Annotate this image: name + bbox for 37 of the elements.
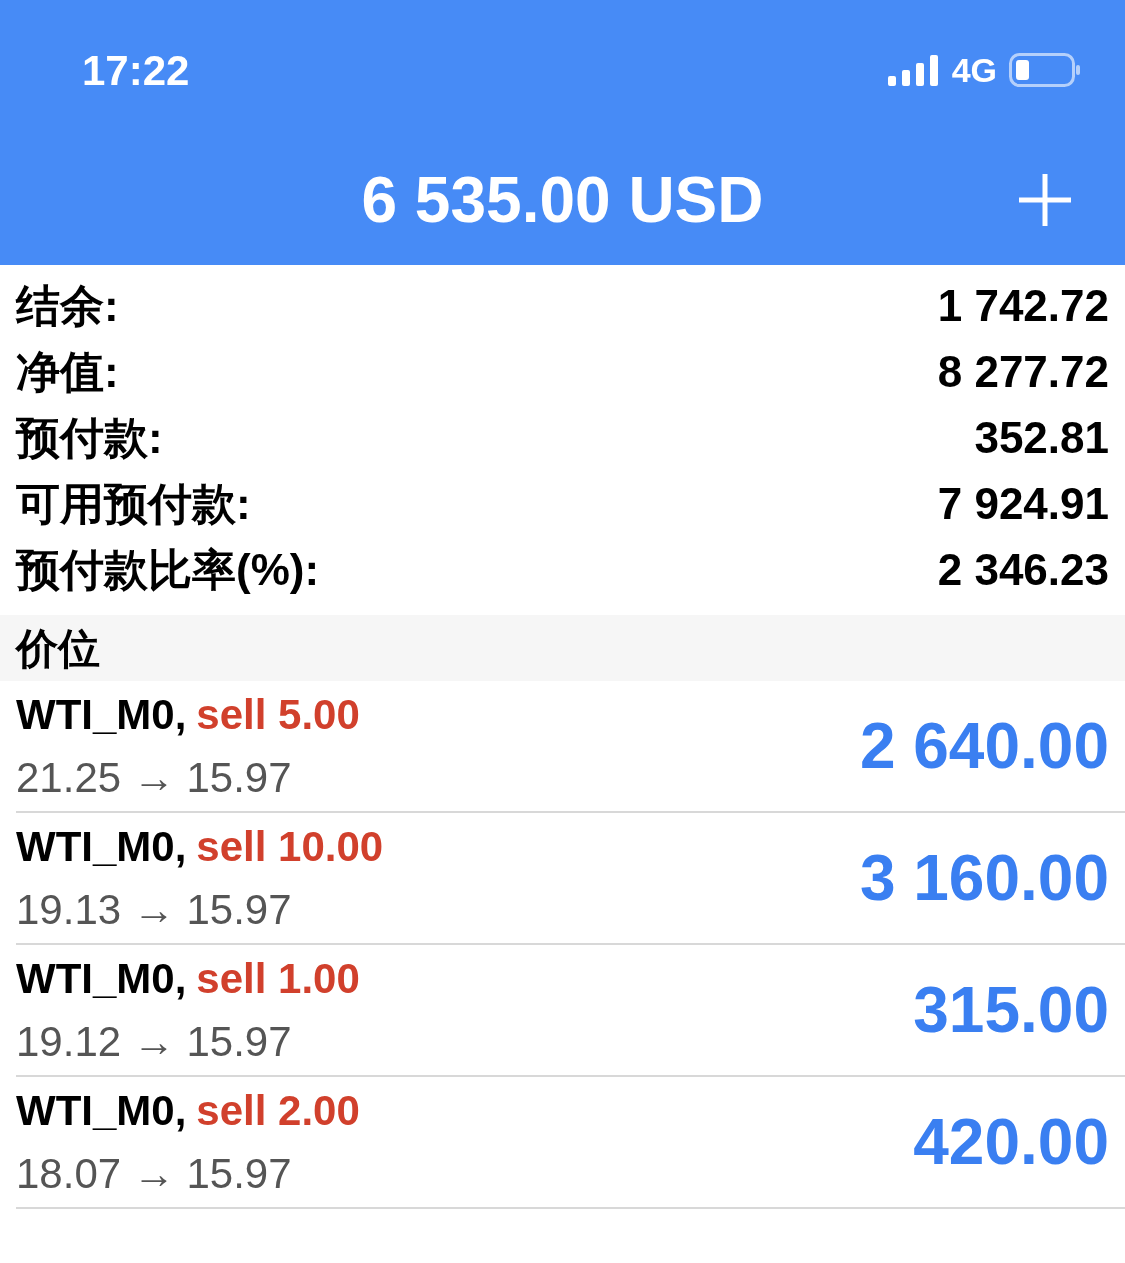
summary-label: 可用预付款: <box>16 478 251 530</box>
status-time: 17:22 <box>82 45 190 96</box>
summary-value: 352.81 <box>974 412 1109 464</box>
position-row[interactable]: WTI_M0, sell 10.00 19.13 → 15.97 3 160.00 <box>16 813 1125 945</box>
summary-value: 2 346.23 <box>937 544 1109 596</box>
summary-label: 预付款比率(%): <box>16 544 320 596</box>
symbol-label: WTI_M0, <box>16 690 187 740</box>
section-title: 价位 <box>16 623 100 674</box>
network-label: 4G <box>951 49 997 91</box>
order-label: sell 5.00 <box>196 690 360 740</box>
profit-value: 315.00 <box>913 973 1109 1048</box>
position-row[interactable]: WTI_M0, sell 2.00 18.07 → 15.97 420.00 <box>16 1077 1125 1209</box>
symbol-label: WTI_M0, <box>16 954 187 1004</box>
price-change: 21.25 → 15.97 <box>16 753 293 803</box>
battery-icon <box>1009 53 1081 87</box>
order-label: sell 2.00 <box>196 1086 360 1136</box>
summary-value: 7 924.91 <box>937 478 1109 530</box>
profit-value: 420.00 <box>913 1105 1109 1180</box>
profit-value: 3 160.00 <box>859 841 1109 916</box>
signal-icon <box>887 54 940 86</box>
order-label: sell 1.00 <box>196 954 360 1004</box>
account-balance-title: 6 535.00 USD <box>361 163 764 238</box>
summary-label: 结余: <box>16 280 119 332</box>
symbol-label: WTI_M0, <box>16 822 187 872</box>
summary-value: 8 277.72 <box>937 346 1109 398</box>
symbol-label: WTI_M0, <box>16 1086 187 1136</box>
profit-value: 2 640.00 <box>859 709 1109 784</box>
order-label: sell 10.00 <box>196 822 384 872</box>
summary-label: 净值: <box>16 346 119 398</box>
position-row[interactable]: WTI_M0, sell 5.00 21.25 → 15.97 2 640.00 <box>16 681 1125 813</box>
price-change: 18.07 → 15.97 <box>16 1149 293 1199</box>
add-icon[interactable] <box>1017 172 1073 228</box>
position-row[interactable]: WTI_M0, sell 1.00 19.12 → 15.97 315.00 <box>16 945 1125 1077</box>
summary-label: 预付款: <box>16 412 163 464</box>
summary-value: 1 742.72 <box>937 280 1109 332</box>
price-change: 19.12 → 15.97 <box>16 1017 293 1067</box>
price-change: 19.13 → 15.97 <box>16 885 293 935</box>
